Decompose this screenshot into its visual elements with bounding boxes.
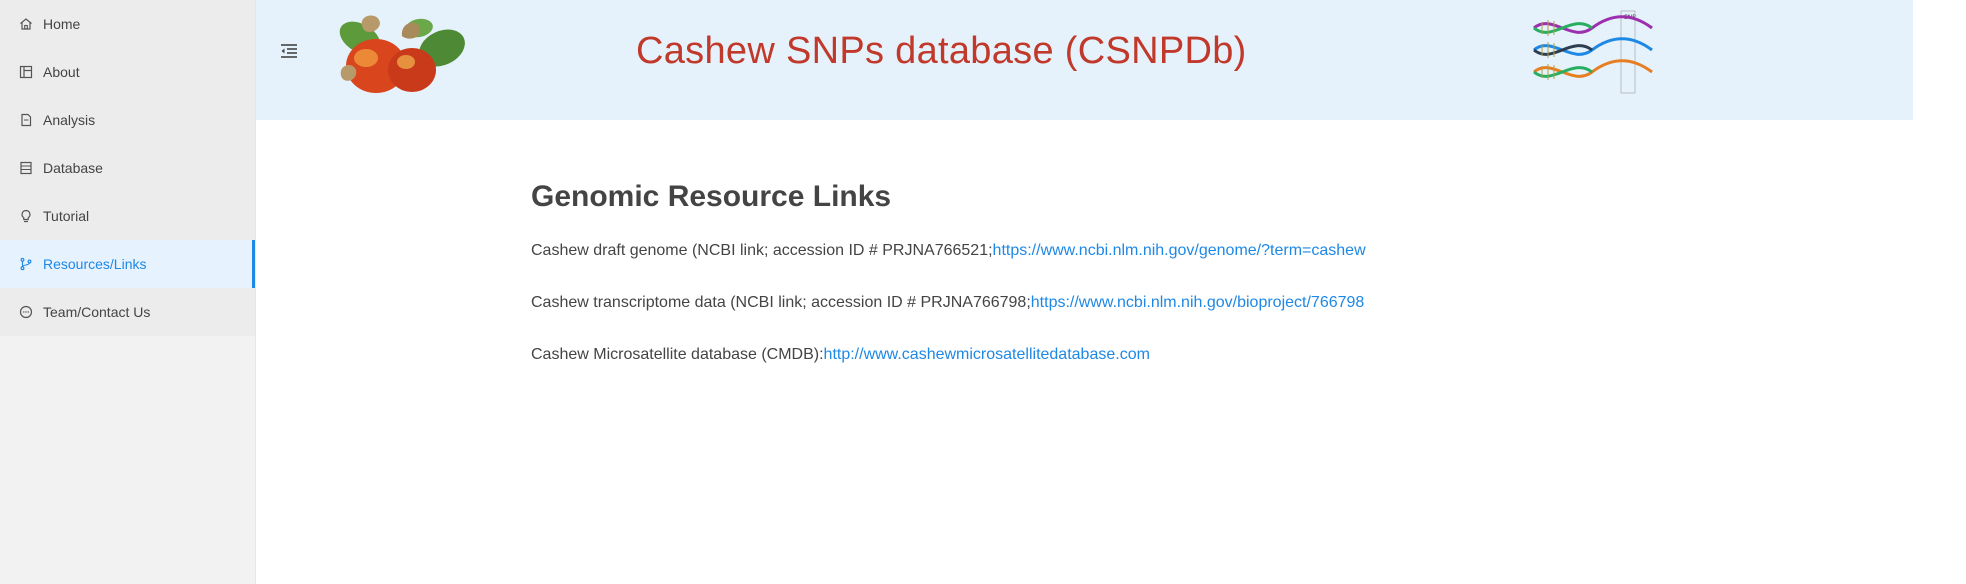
database-icon <box>19 161 33 175</box>
resource-row-transcriptome: Cashew transcriptome data (NCBI link; ac… <box>531 292 1926 314</box>
sidebar-item-label: About <box>43 64 80 80</box>
sidebar-item-database[interactable]: Database <box>0 144 255 192</box>
header-banner: Cashew SNPs database (CSNPDb) SNP <box>256 0 1913 120</box>
sidebar-item-label: Database <box>43 160 103 176</box>
page-heading: Genomic Resource Links <box>531 180 892 213</box>
resource-row-microsatellite: Cashew Microsatellite database (CMDB):ht… <box>531 344 1926 366</box>
dna-snp-logo: SNP <box>1532 8 1682 98</box>
resource-description: Cashew draft genome (NCBI link; accessio… <box>531 242 993 259</box>
resource-row-draft-genome: Cashew draft genome (NCBI link; accessio… <box>531 240 1926 262</box>
resource-link-cmdb[interactable]: http://www.cashewmicrosatellitedatabase.… <box>824 346 1150 363</box>
resource-link-ncbi-bioproject[interactable]: https://www.ncbi.nlm.nih.gov/bioproject/… <box>1031 294 1365 311</box>
sidebar: Home About Analysis Database Tutorial Re… <box>0 0 256 584</box>
layout-icon <box>19 65 33 79</box>
file-icon <box>19 113 33 127</box>
cashew-logo <box>324 8 466 100</box>
sidebar-item-label: Tutorial <box>43 208 90 224</box>
sidebar-item-label: Analysis <box>43 112 96 128</box>
sidebar-item-analysis[interactable]: Analysis <box>0 96 255 144</box>
site-title: Cashew SNPs database (CSNPDb) <box>636 30 1247 72</box>
resource-link-ncbi-genome[interactable]: https://www.ncbi.nlm.nih.gov/genome/?ter… <box>993 242 1366 259</box>
resource-description: Cashew transcriptome data (NCBI link; ac… <box>531 294 1031 311</box>
sidebar-item-about[interactable]: About <box>0 48 255 96</box>
menu-collapse-icon[interactable] <box>278 40 300 62</box>
branch-icon <box>19 257 33 271</box>
sidebar-item-label: Home <box>43 16 81 32</box>
sidebar-item-team-contact[interactable]: Team/Contact Us <box>0 288 255 336</box>
sidebar-item-home[interactable]: Home <box>0 0 255 48</box>
bulb-icon <box>19 209 33 223</box>
sidebar-item-label: Resources/Links <box>43 256 147 272</box>
home-icon <box>19 17 33 31</box>
sidebar-item-tutorial[interactable]: Tutorial <box>0 192 255 240</box>
sidebar-item-resources-links[interactable]: Resources/Links <box>0 240 255 288</box>
sidebar-menu: Home About Analysis Database Tutorial Re… <box>0 0 255 336</box>
resource-description: Cashew Microsatellite database (CMDB): <box>531 346 824 363</box>
main-content: Genomic Resource Links Cashew draft geno… <box>531 180 1926 396</box>
sidebar-item-label: Team/Contact Us <box>43 304 151 320</box>
message-icon <box>19 305 33 319</box>
